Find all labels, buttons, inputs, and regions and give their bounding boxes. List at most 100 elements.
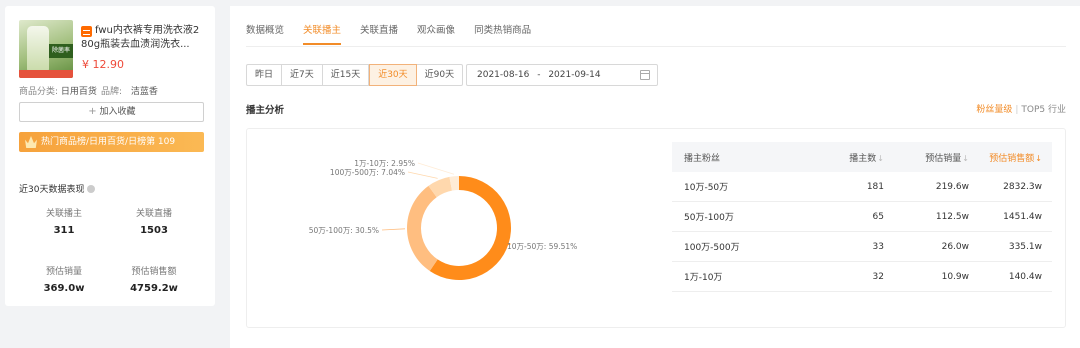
cell-revenue: 140.4w [1008,271,1042,282]
tab-related-streamers[interactable]: 关联播主 [303,6,342,46]
cell-streamers: 181 [866,181,884,192]
fans-donut-chart: 10万-50万: 59.51% 50万-100万: 30.5% 100万-500万:… [309,159,577,280]
donut-label: 10万-50万: 59.51% [507,242,577,251]
add-favorite-button[interactable]: + 加入收藏 [19,102,204,122]
recent-title-text: 近30天数据表现 [19,185,85,195]
donut-label: 1万-10万: 2.95% [354,159,415,168]
donut-label: 100万-500万: 7.04% [330,168,405,177]
range-15d[interactable]: 近15天 [323,65,370,85]
stat-label: 预估销量 [45,267,82,277]
product-price: ¥ 12.90 [82,58,124,71]
range-yesterday[interactable]: 昨日 [247,65,283,85]
donut-leader-line [407,171,438,179]
table-row: 10万-50万 181 219.6w 2832.3w [672,172,1052,202]
info-icon[interactable] [87,185,96,193]
cell-sales: 112.5w [935,211,969,222]
tab-bar: 数据概览 关联播主 关联直播 观众画像 同类热销商品 [246,6,550,46]
thumb-strip [19,70,73,78]
stat-label: 关联直播 [135,209,172,219]
cell-sales: 10.9w [941,271,969,282]
donut-slice[interactable] [407,185,438,271]
switch-fans-level[interactable]: 粉丝量级 [976,105,1012,115]
stat-value: 1503 [140,225,168,236]
col-fans: 播主粉丝 [684,153,721,164]
brand-value: 洁蓝香 [130,87,158,97]
stat-related-streamers: 关联播主 311 [29,206,99,236]
brand-meta: 品牌: 洁蓝香 [101,84,158,97]
range-selector: 昨日 近7天 近15天 近30天 近90天 [246,64,464,86]
cell-revenue: 335.1w [1008,241,1042,252]
fans-table: 播主粉丝 播主数↓ 预估销量↓ 预估销售额↓ 10万-50万 181 219.6… [672,142,1052,292]
stat-est-sales: 预估销量 369.0w [29,264,99,294]
cell-sales: 26.0w [941,241,969,252]
stat-value: 4759.2w [130,283,178,294]
switch-top5-industry[interactable]: TOP5 行业 [1021,105,1066,115]
tab-divider [246,46,1066,47]
stat-value: 311 [53,225,75,236]
range-7d[interactable]: 近7天 [282,65,323,85]
cell-streamers: 33 [872,241,884,252]
sort-icon: ↓ [877,153,884,163]
donut-leader-line [417,162,455,175]
bottle-image [27,26,49,72]
tab-related-lives[interactable]: 关联直播 [360,6,398,46]
date-range-picker[interactable]: 2021-08-16 - 2021-09-14 [466,64,658,86]
recent-title: 近30天数据表现 [19,182,96,195]
col-revenue[interactable]: 预估销售额↓ [969,151,1042,164]
tab-overview[interactable]: 数据概览 [246,6,284,46]
stat-related-lives: 关联直播 1503 [119,206,189,236]
table-row: 1万-10万 32 10.9w 140.4w [672,262,1052,292]
col-streamers-label: 播主数 [849,153,877,164]
cell-fans: 10万-50万 [684,183,729,193]
cell-fans: 100万-500万 [684,243,740,253]
cell-revenue: 1451.4w [1003,211,1042,222]
category-value: 日用百货 [60,87,97,97]
product-thumbnail[interactable]: 除菌率 [19,20,73,78]
col-streamers[interactable]: 播主数↓ [822,151,884,164]
product-panel: 除菌率 fwu内衣裤专用洗衣液280g瓶装去血渍润洗衣... ¥ 12.90 商… [5,6,215,306]
col-sales[interactable]: 预估销量↓ [884,151,969,164]
cell-sales: 219.6w [935,181,969,192]
range-30d[interactable]: 近30天 [369,64,417,86]
dimension-switch: 粉丝量级 | TOP5 行业 [976,102,1066,115]
stat-est-revenue: 预估销售额 4759.2w [119,264,189,294]
analysis-panel: 数据概览 关联播主 关联直播 观众画像 同类热销商品 昨日 近7天 近15天 近… [230,6,1080,348]
table-row: 50万-100万 65 112.5w 1451.4w [672,202,1052,232]
section-title: 播主分析 [246,105,285,116]
product-title[interactable]: fwu内衣裤专用洗衣液280g瓶装去血渍润洗衣... [81,24,205,52]
rank-text: 热门商品榜/日用百货/日榜第 109 [41,137,176,147]
favorite-label: 加入收藏 [99,107,136,117]
rank-banner[interactable]: 热门商品榜/日用百货/日榜第 109 [19,132,204,152]
sort-icon: ↓ [962,153,969,163]
brand-label: 品牌: [101,87,123,97]
date-start: 2021-08-16 [477,70,530,80]
donut-label: 50万-100万: 30.5% [309,226,379,235]
cell-fans: 50万-100万 [684,213,734,223]
calendar-icon [640,70,650,80]
crown-icon [25,136,37,148]
sort-icon: ↓ [1035,153,1042,163]
range-90d[interactable]: 近90天 [417,65,462,85]
analysis-card: 10万-50万: 59.51% 50万-100万: 30.5% 100万-500万:… [246,128,1066,328]
stat-label: 关联播主 [45,209,82,219]
cell-fans: 1万-10万 [684,273,723,283]
category-meta: 商品分类: 日用百货 [19,84,97,97]
cell-revenue: 2832.3w [1003,181,1042,192]
col-sales-label: 预估销量 [925,153,962,164]
thumb-tag: 除菌率 [49,44,73,58]
donut-leader-line [381,228,406,231]
cell-streamers: 32 [872,271,884,282]
col-revenue-label: 预估销售额 [989,153,1035,164]
stat-value: 369.0w [43,283,85,294]
plus-icon: + [88,106,97,117]
date-separator: - [537,70,541,80]
category-label: 商品分类: [19,87,59,97]
table-row: 100万-500万 33 26.0w 335.1w [672,232,1052,262]
stat-label: 预估销售额 [131,267,177,277]
table-header: 播主粉丝 播主数↓ 预估销量↓ 预估销售额↓ [672,142,1052,172]
tab-audience[interactable]: 观众画像 [417,6,455,46]
cell-streamers: 65 [872,211,884,222]
switch-separator: | [1015,105,1019,115]
tab-similar-products[interactable]: 同类热销商品 [474,6,531,46]
date-end: 2021-09-14 [548,70,601,80]
